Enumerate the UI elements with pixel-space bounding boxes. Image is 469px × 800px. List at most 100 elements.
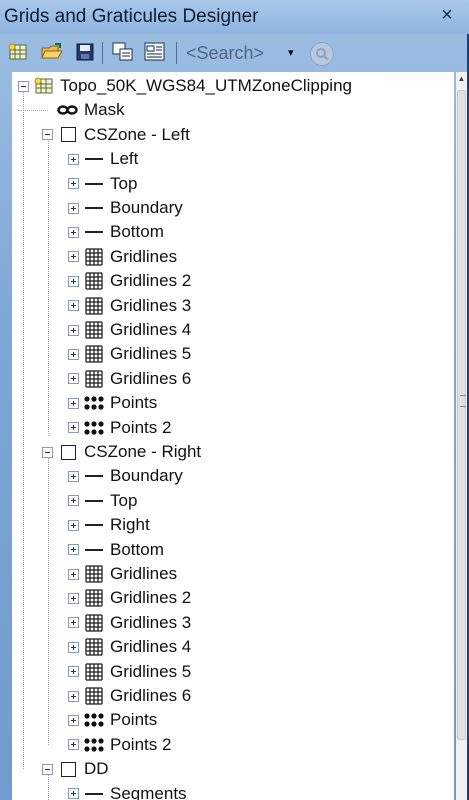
tree-item[interactable]: Gridlines — [68, 562, 177, 586]
tree-item-label: Gridlines 2 — [110, 271, 192, 291]
tree-item[interactable]: Points — [68, 391, 157, 415]
tree-item[interactable]: Gridlines 4 — [68, 635, 191, 659]
tree-item-label: Gridlines — [110, 246, 178, 266]
tree-item[interactable]: Gridlines 2 — [68, 586, 191, 610]
tree-item[interactable]: Bottom — [68, 220, 164, 244]
gridlines-icon — [83, 613, 105, 633]
tree-item[interactable]: Left — [68, 147, 138, 171]
tree-group-node[interactable]: CSZone - Left — [42, 123, 190, 147]
tree-item[interactable]: Gridlines 2 — [68, 269, 191, 293]
vertical-scrollbar[interactable]: ▲ — [456, 72, 467, 800]
tree-item-label: Gridlines 2 — [110, 588, 192, 608]
tree-item-label: Points — [110, 393, 158, 413]
tree-item-label: CSZone - Left — [84, 124, 190, 144]
scroll-thumb[interactable] — [457, 90, 466, 740]
expand-toggle[interactable] — [68, 666, 79, 678]
new-button[interactable] — [6, 40, 30, 64]
save-button[interactable] — [73, 40, 97, 64]
tree-item[interactable]: Gridlines 3 — [68, 611, 191, 635]
tree-item[interactable]: Bottom — [68, 538, 164, 562]
expand-toggle[interactable] — [68, 519, 79, 531]
expand-toggle[interactable] — [68, 373, 79, 385]
search-button[interactable] — [310, 42, 334, 66]
open-button[interactable] — [40, 40, 64, 64]
tree-item-label: Gridlines — [110, 564, 178, 583]
collapse-toggle[interactable] — [42, 763, 53, 775]
tree-root[interactable]: Topo_50K_WGS84_UTMZoneClipping — [18, 74, 352, 98]
save-icon — [76, 43, 94, 61]
expand-toggle[interactable] — [68, 495, 79, 507]
expand-toggle[interactable] — [68, 544, 79, 556]
tree-item-label: Bottom — [110, 539, 164, 559]
expand-toggle[interactable] — [68, 470, 79, 482]
expand-toggle[interactable] — [68, 348, 79, 360]
line-icon — [83, 491, 105, 511]
gridlines-icon — [83, 296, 105, 316]
expand-toggle[interactable] — [68, 251, 79, 263]
expand-toggle[interactable] — [68, 397, 79, 409]
expand-toggle[interactable] — [68, 153, 79, 165]
expand-toggle[interactable] — [68, 641, 79, 653]
tree-group-node[interactable]: Mask — [42, 98, 125, 122]
tree-item[interactable]: Segments — [68, 782, 187, 800]
collapse-toggle[interactable] — [42, 446, 53, 458]
expand-toggle[interactable] — [68, 788, 79, 800]
tree-item-label: Segments — [110, 783, 187, 800]
points-icon — [83, 418, 105, 438]
close-button[interactable]: × — [436, 4, 458, 26]
tree-item[interactable]: Gridlines 6 — [68, 684, 191, 708]
tree-item[interactable]: Boundary — [68, 464, 183, 488]
expand-toggle[interactable] — [68, 178, 79, 190]
collapse-toggle[interactable] — [42, 129, 53, 141]
mask-icon — [57, 100, 79, 120]
tree-item[interactable]: Gridlines 4 — [68, 318, 191, 342]
gridlines-icon — [83, 369, 105, 389]
tree-item[interactable]: Boundary — [68, 196, 183, 220]
tree-item[interactable]: Gridlines 5 — [68, 660, 191, 684]
properties-button[interactable] — [143, 40, 167, 64]
tree-group-node[interactable]: DD — [42, 757, 109, 781]
tree-item[interactable]: Gridlines 6 — [68, 367, 191, 391]
tree-item[interactable]: Gridlines 5 — [68, 342, 191, 366]
tree-item[interactable]: Points — [68, 708, 157, 732]
expand-toggle[interactable] — [68, 202, 79, 214]
gridlines-icon — [83, 271, 105, 291]
tree-item[interactable]: Top — [68, 489, 137, 513]
tree-item[interactable]: Right — [68, 513, 150, 537]
tree-item-label: Right — [110, 515, 150, 535]
line-icon — [83, 515, 105, 535]
line-icon — [83, 466, 105, 486]
expand-toggle[interactable] — [68, 226, 79, 238]
expand-toggle[interactable] — [68, 739, 79, 751]
collapse-toggle[interactable] — [18, 80, 29, 92]
tree-item[interactable]: Gridlines — [68, 245, 177, 269]
copy-button[interactable] — [111, 40, 135, 64]
expand-toggle[interactable] — [68, 422, 79, 434]
expand-toggle[interactable] — [68, 275, 79, 287]
points-icon — [83, 393, 105, 413]
scroll-up-arrow-icon[interactable]: ▲ — [456, 74, 467, 86]
search-input[interactable] — [184, 40, 288, 66]
expand-toggle[interactable] — [68, 690, 79, 702]
expand-toggle[interactable] — [68, 617, 79, 629]
tree-item-label: Gridlines 4 — [110, 320, 192, 339]
title-bar[interactable]: Grids and Graticules Designer × — [0, 0, 469, 34]
points-icon — [83, 735, 105, 755]
expand-toggle[interactable] — [68, 324, 79, 336]
tree-view[interactable]: Topo_50K_WGS84_UTMZoneClipping Mask CSZon… — [12, 72, 454, 800]
tree-item[interactable]: Points 2 — [68, 416, 171, 440]
square-icon — [57, 759, 79, 779]
tree-item-label: Gridlines 4 — [110, 637, 192, 657]
tree-group-node[interactable]: CSZone - Right — [42, 440, 201, 464]
tree-item[interactable]: Top — [68, 172, 137, 196]
expand-toggle[interactable] — [68, 714, 79, 726]
tree-item[interactable]: Points 2 — [68, 733, 171, 757]
expand-toggle[interactable] — [68, 300, 79, 312]
expand-toggle[interactable] — [68, 568, 79, 580]
tree-item-label: Boundary — [110, 198, 183, 217]
tree-item-label: Gridlines 3 — [110, 612, 192, 632]
search-dropdown-icon[interactable]: ▾ — [288, 46, 294, 59]
tree-item[interactable]: Gridlines 3 — [68, 294, 191, 318]
expand-toggle[interactable] — [68, 592, 79, 604]
tree-item-label: Left — [110, 149, 139, 169]
